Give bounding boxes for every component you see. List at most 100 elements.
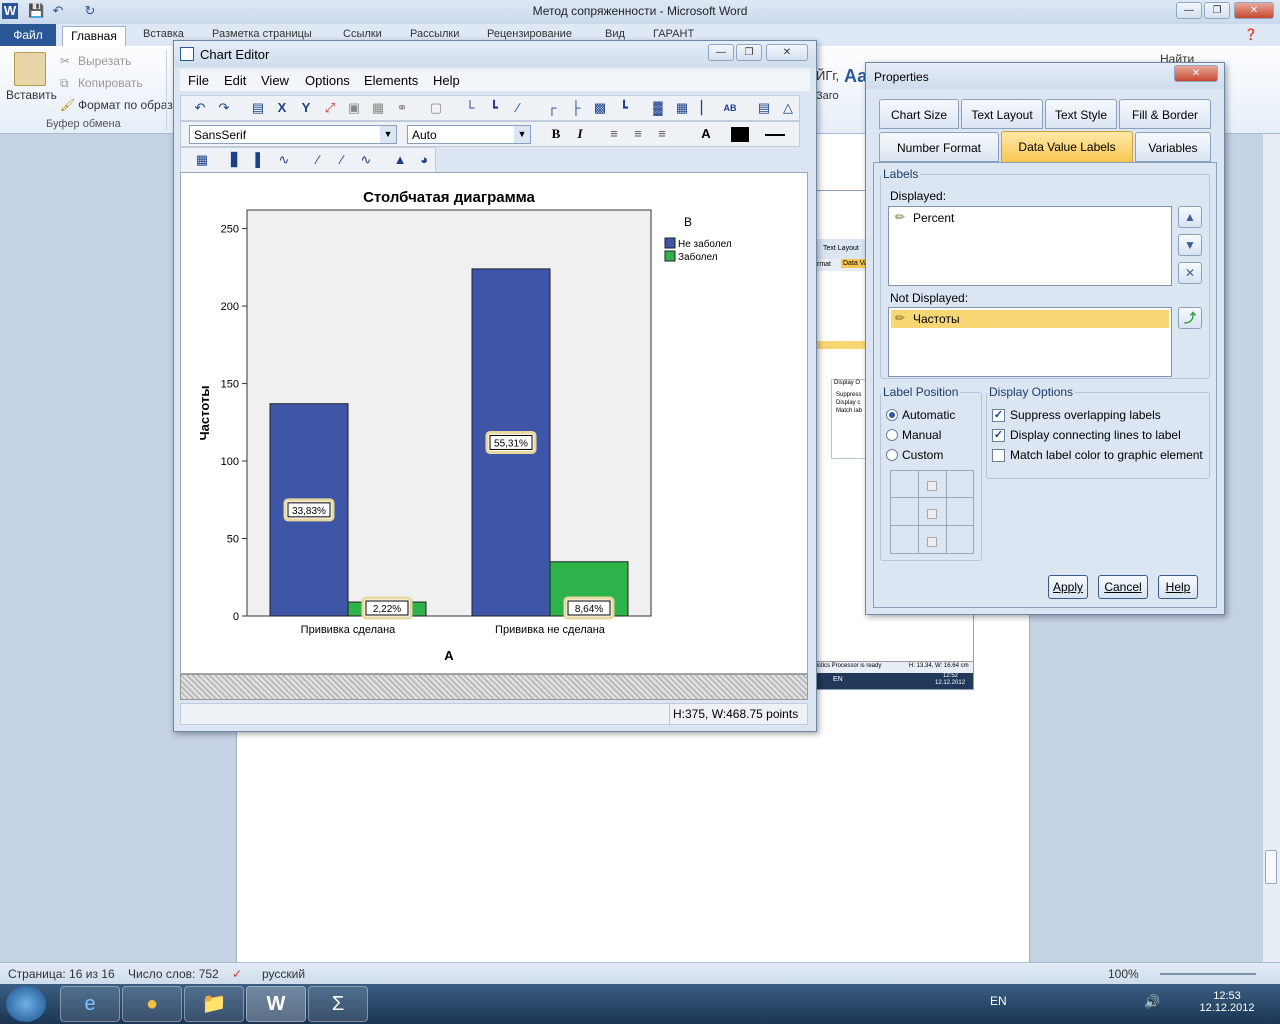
vertical-scrollbar[interactable] bbox=[1262, 134, 1280, 962]
option-connecting-lines[interactable]: Display connecting lines to label bbox=[1010, 428, 1181, 442]
tab-references[interactable]: Ссылки bbox=[343, 28, 382, 40]
tab-insert[interactable]: Вставка bbox=[143, 28, 184, 40]
data-label[interactable]: 2,22% bbox=[373, 604, 401, 615]
ie-icon[interactable]: e bbox=[60, 986, 120, 1022]
format-painter-button[interactable]: Формат по образцу bbox=[78, 98, 186, 112]
explorer-icon[interactable]: 📁 bbox=[184, 986, 244, 1022]
y-tick-label[interactable]: 50 bbox=[227, 534, 239, 546]
tab-variables[interactable]: Variables bbox=[1135, 132, 1211, 162]
axis-label-icon[interactable]: ┗ bbox=[485, 99, 503, 117]
tab-fill-border[interactable]: Fill & Border bbox=[1119, 99, 1211, 129]
data-labels-icon[interactable]: AB bbox=[721, 99, 739, 117]
scrollbar-thumb[interactable] bbox=[1265, 850, 1277, 884]
style-sample[interactable]: Аа bbox=[844, 66, 867, 87]
chevron-down-icon[interactable]: ▼ bbox=[514, 126, 530, 143]
menu-file[interactable]: File bbox=[188, 73, 209, 88]
checkbox-connecting-lines[interactable]: ✓ bbox=[992, 429, 1005, 442]
properties-icon[interactable]: ▤ bbox=[249, 99, 267, 117]
mountain-icon[interactable]: ▲ bbox=[391, 151, 409, 169]
zoom-level[interactable]: 100% bbox=[1108, 967, 1139, 981]
list-item[interactable]: ✏ Частоты bbox=[891, 310, 1169, 328]
y-tick-label[interactable]: 100 bbox=[221, 456, 239, 468]
pie-icon[interactable]: ◕ bbox=[415, 151, 433, 169]
menu-elements[interactable]: Elements bbox=[364, 73, 418, 88]
tab-chart-size[interactable]: Chart Size bbox=[879, 99, 959, 129]
italic-button[interactable]: I bbox=[571, 125, 589, 143]
scatter-icon[interactable]: ∕ bbox=[309, 151, 327, 169]
help-button[interactable]: Help bbox=[1158, 575, 1198, 599]
close-button[interactable]: ✕ bbox=[1234, 2, 1274, 19]
font-select[interactable]: SansSerif ▼ bbox=[189, 125, 397, 144]
spellcheck-icon[interactable]: ✓ bbox=[232, 967, 242, 981]
tab-text-layout[interactable]: Text Layout bbox=[961, 99, 1043, 129]
legend-label[interactable]: Не заболел bbox=[678, 238, 732, 250]
menu-view[interactable]: View bbox=[261, 73, 289, 88]
bar-chart-icon[interactable]: ▋ bbox=[227, 151, 245, 169]
title-icon[interactable]: ┌ bbox=[543, 99, 561, 117]
menu-options[interactable]: Options bbox=[305, 73, 350, 88]
bars-icon[interactable]: ▏ bbox=[697, 99, 715, 117]
ce-close-button[interactable]: ✕ bbox=[766, 44, 808, 61]
grid-icon[interactable]: ▦ bbox=[673, 99, 691, 117]
annotation-icon[interactable]: ┗ bbox=[615, 99, 633, 117]
tab-garant[interactable]: ГАРАНТ bbox=[653, 28, 694, 40]
ce-maximize-button[interactable]: ❐ bbox=[736, 44, 762, 61]
apply-button[interactable]: Apply bbox=[1048, 575, 1088, 599]
tab-home[interactable]: Главная bbox=[62, 26, 126, 46]
spss-taskbar-icon[interactable]: Σ bbox=[308, 986, 368, 1022]
lasso-icon[interactable]: ⚭ bbox=[393, 99, 411, 117]
paste-button[interactable]: Вставить bbox=[6, 88, 57, 102]
textbox-icon[interactable]: ▩ bbox=[591, 99, 609, 117]
displayed-list[interactable]: ✏ Percent bbox=[888, 206, 1172, 286]
maximize-button[interactable]: ❐ bbox=[1204, 2, 1230, 19]
text-color-icon[interactable]: A bbox=[697, 125, 715, 143]
menu-help[interactable]: Help bbox=[433, 73, 460, 88]
not-displayed-list[interactable]: ✏ Частоты bbox=[888, 307, 1172, 377]
minimize-button[interactable]: — bbox=[1176, 2, 1202, 19]
gridlines-icon[interactable]: ▓ bbox=[649, 99, 667, 117]
remove-button[interactable]: ✕ bbox=[1178, 262, 1202, 284]
tab-data-value-labels[interactable]: Data Value Labels bbox=[1001, 131, 1133, 163]
tab-mailings[interactable]: Рассылки bbox=[410, 28, 459, 40]
undo-icon[interactable]: ↶ bbox=[191, 99, 209, 117]
volume-icon[interactable]: 🔊 bbox=[1144, 994, 1160, 1010]
start-button[interactable] bbox=[6, 986, 46, 1022]
option-suppress[interactable]: Suppress overlapping labels bbox=[1010, 408, 1161, 422]
cancel-button[interactable]: Cancel bbox=[1098, 575, 1148, 599]
stacked-bar-icon[interactable]: ▌ bbox=[251, 151, 269, 169]
chrome-icon[interactable]: ● bbox=[122, 986, 182, 1022]
checkbox-suppress[interactable]: ✓ bbox=[992, 409, 1005, 422]
move-down-button[interactable]: ▼ bbox=[1178, 234, 1202, 256]
align-right-icon[interactable]: ≡ bbox=[653, 125, 671, 143]
redo-icon[interactable]: ↷ bbox=[215, 99, 233, 117]
font-size-select[interactable]: Auto ▼ bbox=[407, 125, 531, 144]
checkbox-match-color[interactable] bbox=[992, 449, 1005, 462]
legend-swatch[interactable] bbox=[664, 237, 676, 249]
add-arrow-icon[interactable]: ⤴ bbox=[1178, 307, 1202, 329]
y-axis-icon[interactable]: Y bbox=[297, 99, 315, 117]
legend-icon[interactable]: ▤ bbox=[755, 99, 773, 117]
line-style-icon[interactable] bbox=[765, 134, 785, 136]
legend-label[interactable]: Заболел bbox=[678, 251, 718, 263]
y-tick-label[interactable]: 250 bbox=[221, 224, 239, 236]
footnote-icon[interactable]: ├ bbox=[567, 99, 585, 117]
y-tick-label[interactable]: 200 bbox=[221, 301, 239, 313]
paste-icon[interactable] bbox=[14, 52, 46, 86]
position-automatic[interactable]: Automatic bbox=[902, 408, 955, 422]
table-icon[interactable]: ▦ bbox=[369, 99, 387, 117]
line-icon[interactable]: ∿ bbox=[275, 151, 293, 169]
help-icon[interactable]: ❓ bbox=[1244, 28, 1258, 41]
status-language[interactable]: русский bbox=[262, 967, 305, 981]
tab-file[interactable]: Файл bbox=[0, 24, 56, 46]
bar-chart[interactable]: Столбчатая диаграмма 0 50 100 150 200 250 Часто… bbox=[181, 173, 807, 673]
frame-icon[interactable]: △ bbox=[779, 99, 797, 117]
list-item[interactable]: ✏ Percent bbox=[891, 209, 1169, 227]
zoom-slider[interactable] bbox=[1160, 973, 1256, 975]
align-left-icon[interactable]: ≡ bbox=[605, 125, 623, 143]
tab-number-format[interactable]: Number Format bbox=[879, 132, 999, 162]
transpose-icon[interactable]: ▣ bbox=[345, 99, 363, 117]
tab-review[interactable]: Рецензирование bbox=[487, 28, 572, 40]
menu-edit[interactable]: Edit bbox=[224, 73, 246, 88]
x-tick-label[interactable]: Прививка сделана bbox=[301, 624, 397, 636]
properties-close-button[interactable]: ✕ bbox=[1174, 65, 1218, 82]
